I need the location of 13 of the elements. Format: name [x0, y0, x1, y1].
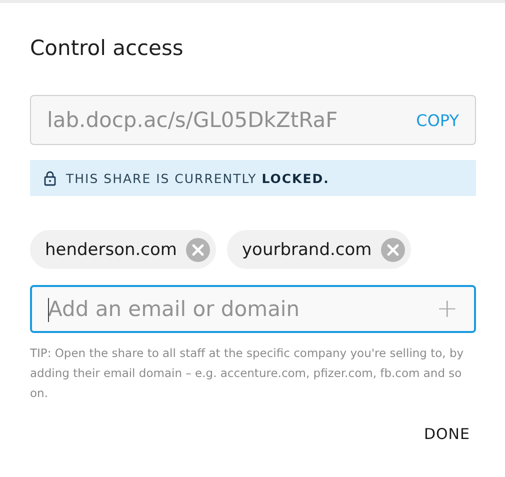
tip-text: TIP: Open the share to all staff at the specific company you're selling to, by adding their email domain – e.g. accenture.com, pfizer.com, fb.com and so on.	[30, 345, 465, 402]
chip-label: yourbrand.com	[242, 240, 372, 260]
email-input-field[interactable]: Add an email or domain +	[30, 285, 476, 333]
done-button[interactable]: DONE	[418, 419, 476, 449]
chip-label: henderson.com	[45, 240, 177, 260]
copy-button[interactable]: COPY	[416, 106, 459, 134]
remove-icon[interactable]	[186, 238, 210, 262]
add-button[interactable]: +	[436, 294, 458, 324]
dialog-title: Control access	[30, 35, 184, 62]
share-link-field[interactable]: lab.docp.ac/s/GL05DkZtRaF COPY	[30, 95, 476, 145]
status-text: THIS SHARE IS CURRENTLY LOCKED.	[66, 170, 330, 186]
lock-icon	[44, 170, 56, 186]
remove-icon[interactable]	[380, 238, 405, 262]
